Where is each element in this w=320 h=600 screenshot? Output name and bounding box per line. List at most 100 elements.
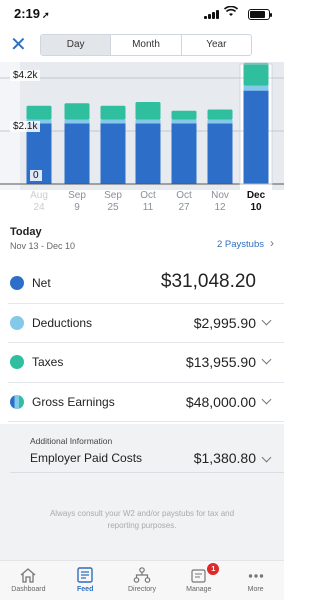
paystubs-link[interactable]: 2 Paystubs ›	[217, 236, 274, 250]
x-tick-label-sep-25[interactable]: Sep 25	[96, 190, 130, 214]
tab-feed[interactable]: Feed	[57, 561, 114, 600]
segment-day[interactable]: Day	[41, 35, 111, 55]
bar-net-dec-10	[243, 90, 269, 184]
tab-label: Manage	[186, 586, 212, 593]
x-tick-day: 9	[74, 202, 80, 213]
x-tick-label-nov-12[interactable]: Nov 12	[203, 190, 237, 214]
y-tick-mid: $2.1k	[10, 121, 41, 132]
manage-icon	[170, 561, 227, 583]
x-tick-month: Oct	[176, 190, 192, 201]
bar-deductions-nov-12	[207, 119, 233, 124]
bar-taxes-sep-25	[100, 105, 126, 120]
bar-net-oct-27	[171, 123, 197, 184]
deductions-dot-icon	[10, 315, 24, 330]
x-tick-label-dec-10[interactable]: Dec 10	[239, 190, 273, 214]
row-value: $31,048.20	[160, 271, 256, 292]
employer-paid-costs-label[interactable]: Employer Paid Costs	[30, 451, 142, 465]
chevron-right-icon: ›	[270, 236, 274, 250]
chart-canvas[interactable]	[0, 62, 284, 190]
row-value: $2,995.90	[193, 314, 256, 331]
bar-net-sep-25	[100, 123, 126, 184]
bar-taxes-dec-10	[243, 62, 269, 86]
directory-icon	[114, 561, 171, 583]
x-tick-month: Sep	[68, 190, 86, 201]
close-icon[interactable]: ✕	[10, 34, 27, 56]
today-range: Nov 13 - Dec 10	[10, 241, 76, 251]
tab-label: Dashboard	[11, 586, 46, 593]
bar-taxes-oct-11	[135, 101, 161, 120]
x-tick-month: Nov	[211, 190, 229, 201]
row-label: Net	[32, 276, 51, 290]
x-tick-label-sep-9[interactable]: Sep 9	[60, 190, 94, 214]
chevron-down-icon[interactable]	[261, 394, 272, 404]
x-tick-day: 10	[250, 202, 262, 213]
bottom-tab-bar: Dashboard Feed Directory 1 Manage More	[0, 560, 284, 600]
bar-deductions-sep-9	[64, 119, 90, 124]
x-tick-day: 24	[33, 202, 45, 213]
taxes-dot-icon	[10, 355, 24, 369]
x-tick-month: Dec	[246, 190, 266, 201]
chevron-down-icon[interactable]	[261, 354, 272, 365]
x-tick-month: Aug	[30, 190, 48, 201]
feed-icon	[57, 561, 114, 583]
row-deductions[interactable]: Deductions $2,995.90	[8, 304, 284, 343]
wifi-icon	[223, 5, 239, 20]
x-tick-label-aug-24[interactable]: Aug 24	[22, 190, 56, 214]
x-tick-day: 25	[107, 202, 119, 213]
gross-earnings-dot-icon	[10, 394, 24, 409]
disclaimer-note: Always consult your W2 and/or paystubs f…	[49, 509, 235, 530]
bar-deductions-oct-27	[171, 119, 197, 124]
row-value: $48,000.00	[185, 393, 256, 410]
bar-taxes-sep-9	[64, 103, 90, 120]
tab-label: Feed	[77, 586, 94, 593]
x-tick-month: Sep	[104, 190, 122, 201]
x-tick-day: 12	[214, 202, 226, 213]
bar-net-nov-12	[207, 123, 233, 184]
row-label: Taxes	[32, 355, 64, 369]
tab-directory[interactable]: Directory	[114, 561, 171, 600]
row-value: $13,955.90	[185, 354, 256, 370]
battery-icon	[248, 9, 272, 20]
today-section: Today Nov 13 - Dec 10	[10, 226, 75, 251]
x-tick-label-oct-27[interactable]: Oct 27	[167, 190, 201, 214]
paystubs-label: 2 Paystubs	[217, 239, 264, 250]
bar-net-sep-9	[64, 123, 90, 184]
chevron-down-icon[interactable]	[261, 452, 272, 463]
period-segmented-control: Day Month Year	[40, 34, 252, 56]
x-axis-labels: Aug 24 Sep 9 Sep 25 Oct 11 Oct 27 Nov 12 Dec 10	[0, 190, 284, 216]
net-dot-icon	[10, 276, 24, 290]
location-arrow-icon: ➚	[42, 10, 50, 20]
bar-deductions-dec-10	[243, 85, 269, 91]
tab-more[interactable]: More	[227, 561, 284, 600]
x-tick-day: 11	[142, 202, 154, 213]
header: ✕ Day Month Year	[0, 32, 284, 60]
row-taxes[interactable]: Taxes $13,955.90	[8, 343, 284, 383]
tab-label: More	[247, 586, 264, 593]
additional-info-section: Additional Information Employer Paid Cos…	[0, 424, 284, 560]
tab-manage[interactable]: 1 Manage	[170, 561, 227, 600]
bar-taxes-nov-12	[207, 109, 233, 120]
y-tick-zero: 0	[30, 170, 42, 181]
summary-rows: Net $31,048.20 Deductions $2,995.90 Taxe…	[0, 264, 284, 422]
tab-dashboard[interactable]: Dashboard	[0, 561, 57, 600]
x-tick-label-oct-11[interactable]: Oct 11	[131, 190, 165, 214]
row-net[interactable]: Net $31,048.20	[8, 264, 284, 304]
x-tick-day: 27	[178, 202, 190, 213]
today-title: Today	[10, 226, 42, 238]
employer-paid-costs-value: $1,380.80	[193, 450, 256, 466]
chevron-down-icon[interactable]	[261, 315, 272, 325]
bar-deductions-sep-25	[100, 119, 126, 124]
signal-icon	[204, 10, 220, 19]
divider	[10, 472, 284, 473]
row-gross-earnings[interactable]: Gross Earnings $48,000.00	[8, 383, 284, 422]
segment-year[interactable]: Year	[180, 35, 251, 55]
bar-net-oct-11	[135, 123, 161, 184]
more-icon	[227, 561, 284, 583]
x-tick-month: Oct	[140, 190, 156, 201]
segment-month[interactable]: Month	[110, 35, 180, 55]
row-label: Deductions	[32, 315, 93, 330]
row-label: Gross Earnings	[32, 394, 115, 409]
bar-deductions-oct-11	[135, 119, 161, 124]
bar-taxes-oct-27	[171, 110, 197, 120]
home-icon	[0, 561, 57, 583]
